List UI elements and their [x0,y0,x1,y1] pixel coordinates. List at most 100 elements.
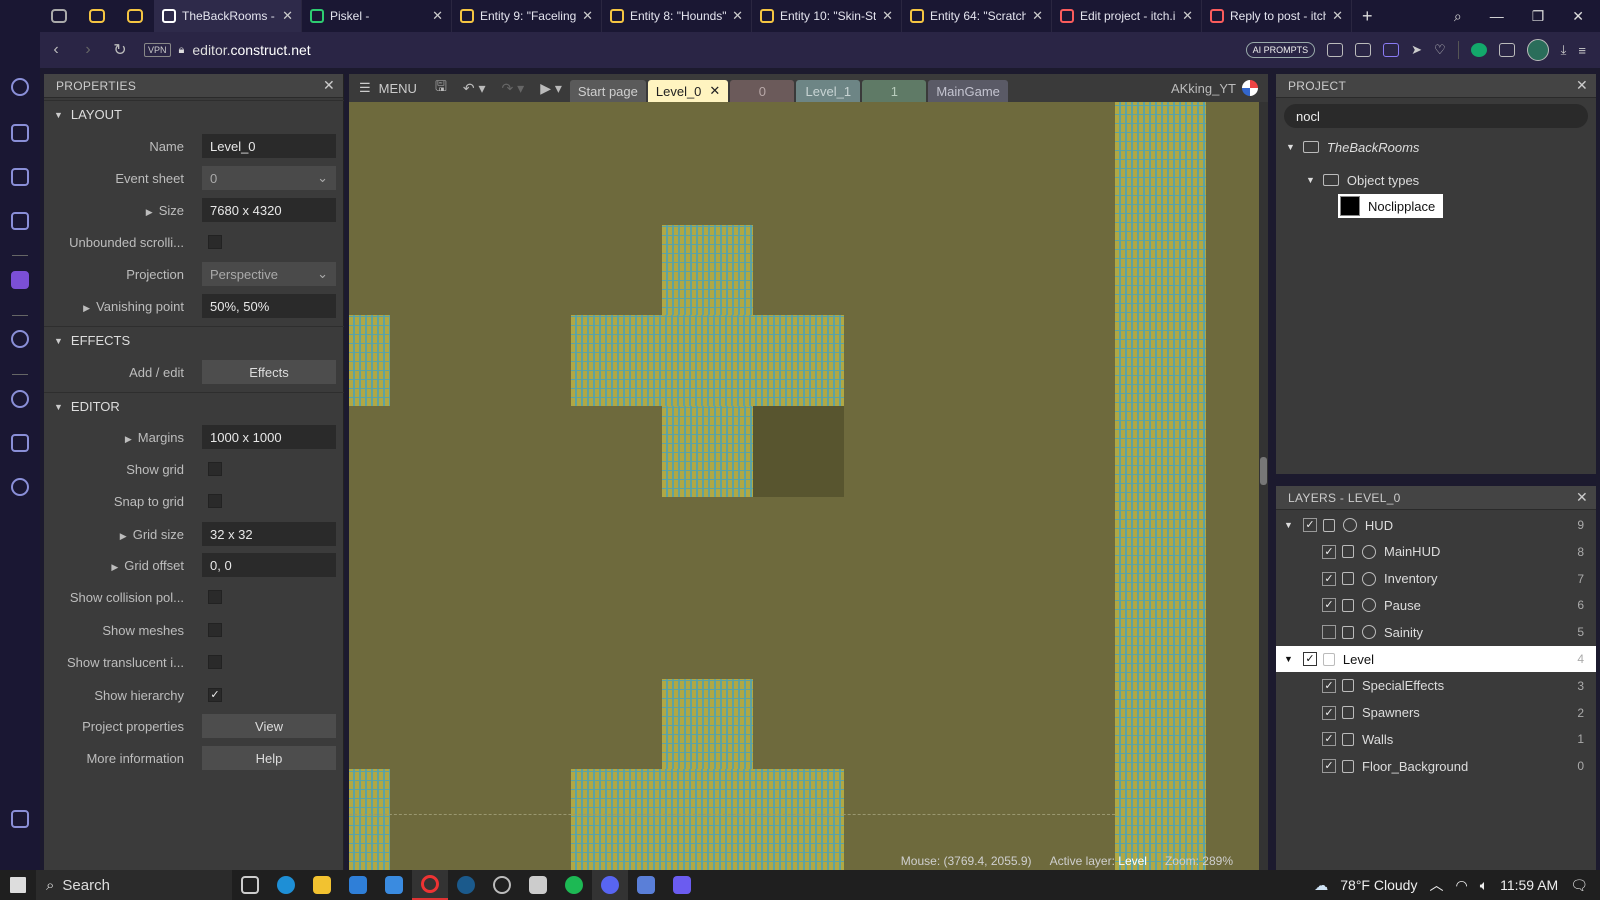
projection-dropdown[interactable]: Perspective ⌄ [202,262,336,286]
layer-row[interactable]: ✓ Pause 6 [1276,592,1596,618]
close-tab-icon[interactable]: ✕ [432,8,443,24]
player-icon[interactable] [11,330,29,348]
pinned-tab-gx-3[interactable] [116,0,154,32]
tree-folder-object-types[interactable]: ▼ Object types [1306,169,1419,191]
close-tab-icon[interactable]: ✕ [1332,8,1343,24]
back-button[interactable]: ‹ [40,41,72,59]
close-tab-icon[interactable]: ✕ [582,8,593,24]
restore-button[interactable]: ❐ [1532,8,1545,25]
close-layers-icon[interactable]: ✕ [1576,489,1588,506]
tree-root[interactable]: ▼ TheBackRooms [1286,136,1419,158]
app-icon-3[interactable] [628,870,664,900]
layer-visible-checkbox[interactable]: ✓ [1322,571,1336,586]
spotify-icon[interactable] [556,870,592,900]
camera-icon[interactable] [1355,43,1372,57]
editor-tab-2[interactable]: 0 [730,80,795,102]
undo-icon[interactable]: ↶ ▾ [455,80,494,97]
volume-icon[interactable]: 🔈︎ [1480,877,1488,894]
editor-tab-3[interactable]: Level_1 [796,80,861,102]
section-editor[interactable]: ▼ EDITOR [44,392,344,420]
minimize-button[interactable]: — [1490,8,1504,24]
lock-icon[interactable] [1342,625,1354,639]
heart-icon[interactable]: ♡ [1434,42,1446,58]
section-effects[interactable]: ▼ EFFECTS [44,326,344,354]
app-icon[interactable] [484,870,520,900]
browser-tab-6[interactable]: Edit project - itch.i ✕ [1052,0,1202,32]
editor-tab-5[interactable]: MainGame [928,80,1008,102]
weather-text[interactable]: 78°F Cloudy [1340,877,1417,893]
url-text[interactable]: editor.construct.net [192,42,310,58]
mail-icon[interactable] [376,870,412,900]
lock-icon[interactable] [1342,732,1354,746]
layer-row[interactable]: ✓ SpecialEffects 3 [1276,673,1596,699]
task-view-button[interactable] [232,870,268,900]
browser-tab-1[interactable]: Piskel - ✕ [302,0,452,32]
editor-tab-1[interactable]: Level_0 ✕ [647,80,729,102]
grammarly-icon[interactable] [1470,43,1487,57]
lock-icon[interactable] [1342,706,1354,720]
lock-icon[interactable] [1342,759,1354,773]
expand-layer-icon[interactable]: ▼ [1284,654,1293,664]
close-properties-icon[interactable]: ✕ [323,77,335,94]
layer-visible-checkbox[interactable]: ✓ [1322,732,1336,747]
construct-icon[interactable] [11,271,29,289]
box-icon[interactable] [11,434,29,452]
close-editor-tab-icon[interactable]: ✕ [709,83,720,99]
pinned-tab-gx-2[interactable] [78,0,116,32]
download-icon[interactable]: ⤓ [1561,42,1567,58]
layer-row[interactable]: ✓ MainHUD 8 [1276,539,1596,565]
section-layout[interactable]: ▼ LAYOUT [44,100,344,128]
layer-visible-checkbox[interactable]: ✓ [1322,705,1336,720]
shield-icon[interactable] [1383,43,1400,57]
browser-tab-7[interactable]: Reply to post - itch ✕ [1202,0,1352,32]
snap-to-grid-checkbox[interactable] [208,494,222,508]
profile-avatar[interactable] [1526,39,1549,61]
discord-icon[interactable] [592,870,628,900]
send-icon[interactable]: ➤ [1411,42,1422,58]
size-input[interactable]: 7680 x 4320 [202,198,336,222]
expand-margins-icon[interactable]: ▶ [125,434,132,444]
lock-icon[interactable] [1342,545,1354,559]
main-menu-button[interactable]: ☰ MENU [349,80,427,96]
edge-icon[interactable] [268,870,304,900]
start-button[interactable] [0,870,36,900]
layer-visible-checkbox[interactable]: ✓ [1322,678,1336,693]
url-field[interactable]: VPN 🔒︎ editor.construct.net [144,42,311,58]
vpn-badge[interactable]: VPN [144,43,171,57]
tree-item-noclipplace[interactable]: Noclipplace [1338,194,1444,218]
edit-icon[interactable] [1327,43,1344,57]
name-input[interactable]: Level_0 [202,134,336,158]
close-window-button[interactable]: ✕ [1572,8,1584,25]
steam-icon[interactable] [448,870,484,900]
layer-row[interactable]: ▼ ✓ HUD 9 [1276,512,1596,538]
layer-row[interactable]: ✓ Inventory 7 [1276,566,1596,592]
editor-tab-0[interactable]: Start page [569,80,646,102]
store-icon[interactable] [340,870,376,900]
show-grid-checkbox[interactable] [208,462,222,476]
layer-visible-checkbox[interactable]: ✓ [1322,544,1336,559]
close-project-icon[interactable]: ✕ [1576,77,1588,94]
twitch-icon[interactable] [11,168,29,186]
menu-icon[interactable]: ≡ [1578,43,1586,58]
browser-tab-0[interactable]: TheBackRooms - C✕ [154,0,302,32]
clock[interactable]: 11:59 AM [1500,877,1558,893]
browser-tab-2[interactable]: Entity 9: "Faceling ✕ [452,0,602,32]
vanishing-point-input[interactable]: 50%, 50% [202,294,336,318]
margins-input[interactable]: 1000 x 1000 [202,425,336,449]
settings-gear-icon[interactable] [11,478,29,496]
forward-button[interactable]: › [72,41,104,59]
wifi-icon[interactable]: ◠ [1455,877,1467,894]
ai-chat-icon[interactable] [11,212,29,230]
layer-row[interactable]: Sainity 5 [1276,619,1596,645]
lock-icon[interactable] [1342,679,1354,693]
show-collision-checkbox[interactable] [208,590,222,604]
show-translucent-checkbox[interactable] [208,655,222,669]
expand-grid-size-icon[interactable]: ▶ [120,531,127,541]
new-tab-button[interactable]: + [1352,6,1383,27]
layer-visible-checkbox[interactable]: ✓ [1302,652,1317,666]
globe-icon[interactable] [1362,571,1376,586]
extensions-icon[interactable] [11,124,29,142]
gallery-icon[interactable] [11,810,29,828]
editor-tab-4[interactable]: 1 [862,80,927,102]
lock-icon[interactable] [1322,518,1335,532]
